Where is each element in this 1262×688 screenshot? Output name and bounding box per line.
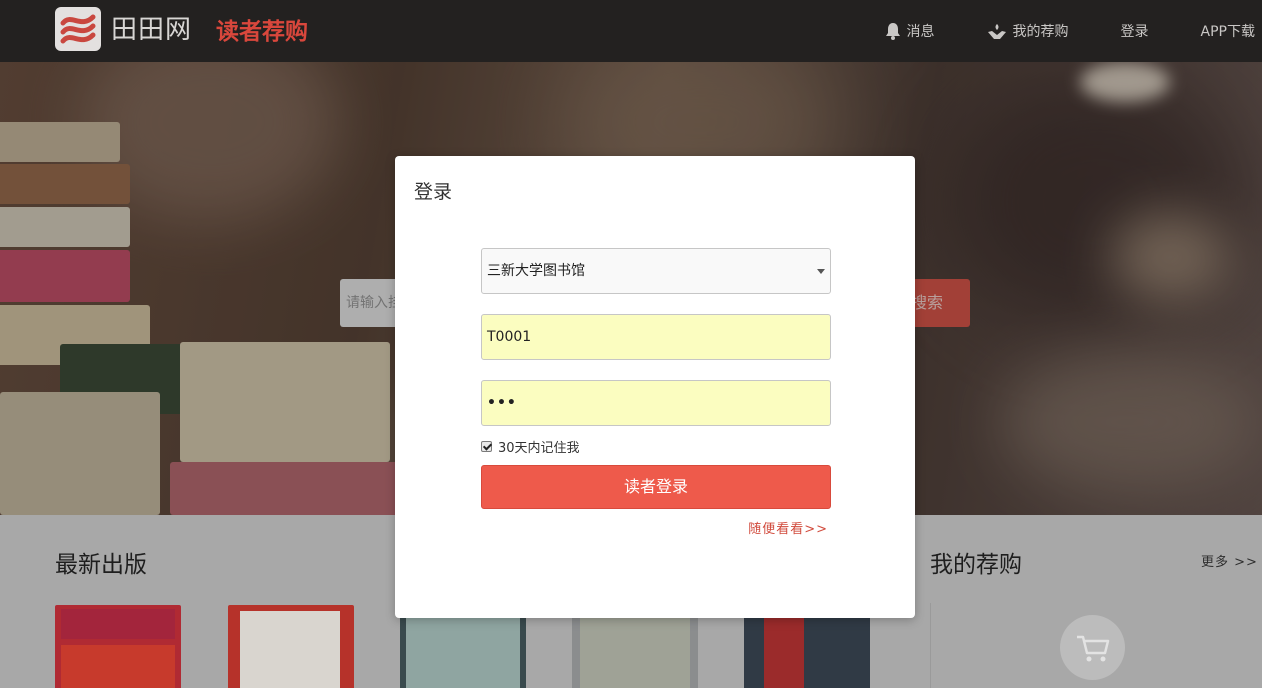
nav-my-recommend[interactable]: 我的荐购	[987, 21, 1069, 41]
library-select-value: 三新大学图书馆	[487, 263, 585, 279]
library-select[interactable]: 三新大学图书馆	[481, 248, 831, 294]
book-cover[interactable]	[55, 605, 181, 688]
more-link[interactable]: 更多 >>	[1201, 551, 1258, 570]
remember-label: 30天内记住我	[498, 441, 580, 456]
password-input[interactable]: •••	[481, 380, 831, 426]
nav-messages-label: 消息	[906, 24, 935, 40]
brand-subtitle: 读者荐购	[216, 19, 308, 45]
nav-app-download-label: APP下载	[1200, 24, 1255, 40]
nav-login-label: 登录	[1120, 24, 1149, 40]
section-divider	[930, 603, 931, 688]
brand-name[interactable]: 田田网	[111, 13, 192, 47]
top-nav: 消息 我的荐购 登录 APP下载	[885, 0, 1262, 62]
hand-icon	[987, 24, 1006, 39]
remember-me[interactable]: 30天内记住我	[481, 437, 580, 456]
latest-title: 最新出版	[55, 552, 147, 578]
username-input[interactable]: T0001	[481, 314, 831, 360]
remember-checkbox[interactable]	[481, 441, 492, 452]
reader-login-button[interactable]: 读者登录	[481, 465, 831, 509]
bell-icon	[885, 23, 900, 40]
my-recommend-title: 我的荐购	[930, 552, 1022, 578]
nav-my-recommend-label: 我的荐购	[1012, 24, 1069, 40]
nav-app-download[interactable]: APP下载	[1201, 21, 1255, 41]
nav-login[interactable]: 登录	[1121, 21, 1149, 41]
top-nav-bar: 田田网 读者荐购 消息 我的荐购 登录 APP下载	[0, 0, 1262, 62]
logo-icon[interactable]	[55, 7, 101, 51]
nav-messages[interactable]: 消息	[885, 21, 935, 41]
cart-icon	[1060, 615, 1125, 680]
browse-link[interactable]: 随便看看>>	[748, 518, 828, 537]
login-modal: 登录 三新大学图书馆 T0001 ••• 30天内记住我 读者登录 随便看看>>	[395, 156, 915, 618]
chevron-down-icon	[817, 269, 825, 274]
book-cover[interactable]	[228, 605, 354, 688]
modal-title: 登录	[414, 181, 453, 203]
